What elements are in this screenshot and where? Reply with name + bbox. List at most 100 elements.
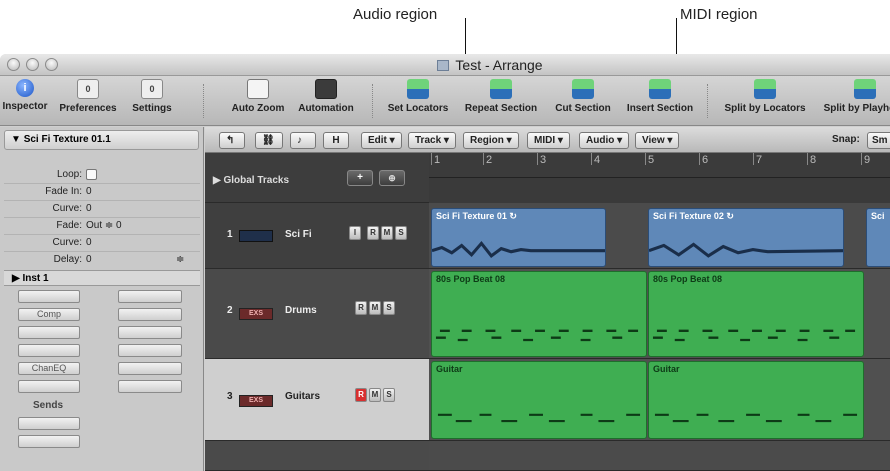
track-list: ▶ Global Tracks + ⊕ 1 Sci Fi I R M S 2 E… xyxy=(205,153,429,471)
bar-9: 9 xyxy=(864,154,871,166)
audio-menu[interactable]: Audio ▾ xyxy=(579,132,630,149)
solo-button[interactable]: S xyxy=(383,301,395,316)
insert-slot[interactable] xyxy=(18,290,80,303)
record-enable-button[interactable]: R xyxy=(367,226,379,241)
split-by-locators-button[interactable]: Split by Locators xyxy=(720,79,810,114)
track-4-partial[interactable] xyxy=(205,441,429,471)
auto-zoom-icon xyxy=(247,79,269,99)
repeat-section-button[interactable]: Repeat Section xyxy=(461,79,541,114)
auto-zoom-button[interactable]: Auto Zoom xyxy=(226,79,290,114)
midi-region-callout: MIDI region xyxy=(680,6,758,23)
midi-notes xyxy=(654,413,858,423)
exs-icon: EXS xyxy=(239,308,273,320)
solo-button[interactable]: S xyxy=(395,226,407,241)
midi-notes xyxy=(435,329,639,341)
window-title: Test - Arrange xyxy=(0,57,890,73)
catch-button[interactable]: ♪ xyxy=(290,132,316,149)
edit-menu[interactable]: Edit ▾ xyxy=(361,132,402,149)
split-by-playhead-icon xyxy=(854,79,876,99)
insert-slot[interactable] xyxy=(18,326,80,339)
bar-ruler[interactable]: 1 2 3 4 5 6 7 8 9 xyxy=(429,153,890,178)
preferences-button[interactable]: 0 Preferences xyxy=(53,79,123,114)
insert-slot[interactable] xyxy=(118,308,182,321)
region-menu[interactable]: Region ▾ xyxy=(463,132,519,149)
record-enable-button[interactable]: R xyxy=(355,388,367,403)
audio-track-icon xyxy=(239,230,273,242)
send-slot[interactable] xyxy=(18,435,80,448)
preferences-icon: 0 xyxy=(77,79,99,99)
audio-region-callout: Audio region xyxy=(353,6,438,23)
automation-button[interactable]: Automation xyxy=(293,79,359,114)
sends-label: Sends xyxy=(33,400,64,411)
new-folder-button[interactable]: ⊕ xyxy=(379,170,405,186)
track-drums[interactable]: 2 EXS Drums R M S xyxy=(205,269,429,359)
lane-4-partial xyxy=(429,441,890,471)
midi-region[interactable]: Guitar xyxy=(648,361,864,439)
midi-region[interactable]: 80s Pop Beat 08 xyxy=(431,271,647,357)
arrange-toolbar: ↰ ⛓ ♪ H Edit ▾ Track ▾ Region ▾ MIDI ▾ A… xyxy=(205,127,890,153)
mute-button[interactable]: M xyxy=(369,301,381,316)
bar-5: 5 xyxy=(648,154,655,166)
bar-1: 1 xyxy=(434,154,441,166)
send-slot[interactable] xyxy=(18,417,80,430)
insert-slot[interactable] xyxy=(18,344,80,357)
exs-icon: EXS xyxy=(239,395,273,407)
bar-3: 3 xyxy=(540,154,547,166)
toolbar-separator xyxy=(203,84,204,118)
bar-6: 6 xyxy=(702,154,709,166)
insert-slot[interactable] xyxy=(18,380,80,393)
arrange-window: Test - Arrange i Inspector 0 Preferences 0… xyxy=(0,54,890,471)
document-icon xyxy=(437,60,450,71)
waveform xyxy=(432,240,605,258)
midi-menu[interactable]: MIDI ▾ xyxy=(527,132,570,149)
info-icon: i xyxy=(16,79,34,97)
audio-region[interactable]: Sci Fi Texture 01 ↻ xyxy=(431,208,606,267)
solo-button[interactable]: S xyxy=(383,388,395,403)
view-menu[interactable]: View ▾ xyxy=(635,132,680,149)
midi-notes xyxy=(652,329,856,341)
title-bar: Test - Arrange xyxy=(0,54,890,76)
mute-button[interactable]: M xyxy=(381,226,393,241)
bar-2: 2 xyxy=(486,154,493,166)
audio-region[interactable]: Sci Fi Texture 02 ↻ xyxy=(648,208,844,267)
insert-slot-chaneq[interactable]: ChanEQ xyxy=(18,362,80,375)
bar-8: 8 xyxy=(810,154,817,166)
back-button[interactable]: ↰ xyxy=(219,132,245,149)
delay-stepper-icon[interactable]: ≑ xyxy=(176,254,184,265)
settings-button[interactable]: 0 Settings xyxy=(128,79,176,114)
snap-select[interactable]: Sm xyxy=(867,132,890,149)
record-enable-button[interactable]: R xyxy=(355,301,367,316)
channel-strip-header[interactable]: ▶ Inst 1 xyxy=(4,270,200,286)
toolbar-separator xyxy=(707,84,708,118)
midi-region[interactable]: Guitar xyxy=(431,361,647,439)
set-locators-button[interactable]: Set Locators xyxy=(383,79,453,114)
global-tracks-header[interactable]: ▶ Global Tracks + ⊕ xyxy=(205,153,429,203)
region-parameters-header[interactable]: ▼ Sci Fi Texture 01.1 xyxy=(4,130,199,150)
insert-slot[interactable] xyxy=(118,380,182,393)
insert-slot[interactable] xyxy=(118,290,182,303)
insert-section-button[interactable]: Insert Section xyxy=(622,79,698,114)
lane-guitars: Guitar Guitar xyxy=(429,359,890,441)
cut-section-icon xyxy=(572,79,594,99)
insert-slot-comp[interactable]: Comp xyxy=(18,308,80,321)
loop-checkbox[interactable] xyxy=(86,169,97,180)
track-menu[interactable]: Track ▾ xyxy=(408,132,456,149)
input-monitor-button[interactable]: I xyxy=(349,226,361,241)
track-sci-fi[interactable]: 1 Sci Fi I R M S xyxy=(205,203,429,269)
midi-region[interactable]: 80s Pop Beat 08 xyxy=(648,271,864,357)
split-by-playhead-button[interactable]: Split by Playhead xyxy=(820,79,890,114)
set-locators-icon xyxy=(407,79,429,99)
bar-4: 4 xyxy=(594,154,601,166)
inspector-button[interactable]: i Inspector xyxy=(2,79,48,112)
insert-slot[interactable] xyxy=(118,344,182,357)
link-button[interactable]: ⛓ xyxy=(255,132,283,149)
audio-region[interactable]: Sci xyxy=(866,208,890,267)
insert-slot[interactable] xyxy=(118,326,182,339)
cut-section-button[interactable]: Cut Section xyxy=(549,79,617,114)
track-guitars[interactable]: 3 EXS Guitars R M S xyxy=(205,359,429,441)
add-track-button[interactable]: + xyxy=(347,170,373,186)
mute-button[interactable]: M xyxy=(369,388,381,403)
insert-slot[interactable] xyxy=(118,362,182,375)
hide-button[interactable]: H xyxy=(323,132,349,149)
lane-drums: 80s Pop Beat 08 80s Pop Beat 08 xyxy=(429,269,890,359)
